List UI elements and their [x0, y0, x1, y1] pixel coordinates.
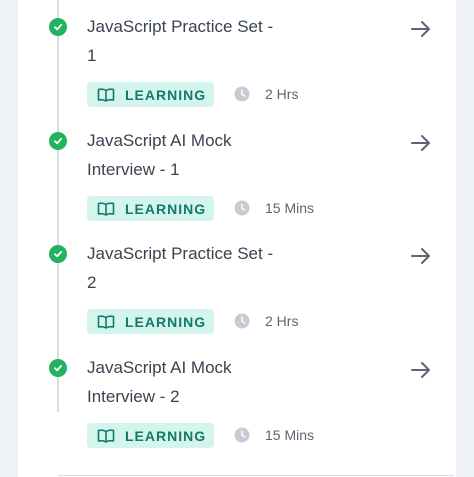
item-title: JavaScript AI Mock Interview - 2	[87, 353, 337, 411]
item-title: JavaScript Practice Set - 1	[87, 12, 337, 70]
book-open-icon	[97, 87, 115, 102]
badge-label: LEARNING	[125, 313, 207, 330]
item-title-line1: JavaScript Practice Set -	[87, 244, 274, 263]
learning-badge: LEARNING	[87, 423, 214, 448]
item-title: JavaScript Practice Set - 2	[87, 239, 337, 297]
clock-icon	[234, 313, 250, 329]
item-title-line1: JavaScript Practice Set -	[87, 17, 274, 36]
item-title-line2: 2	[87, 273, 97, 292]
book-open-icon	[97, 201, 115, 216]
bottom-divider	[58, 475, 454, 476]
check-circle-icon	[49, 359, 67, 377]
item-title-line1: JavaScript AI Mock	[87, 131, 232, 150]
duration-text: 15 Mins	[265, 200, 315, 216]
check-circle-icon	[49, 132, 67, 150]
arrow-right-icon[interactable]	[410, 359, 432, 381]
learning-badge: LEARNING	[87, 309, 214, 334]
learning-badge: LEARNING	[87, 196, 214, 221]
item-title-line2: Interview - 1	[87, 160, 180, 179]
duration-text: 2 Hrs	[265, 86, 299, 102]
badge-label: LEARNING	[125, 427, 207, 444]
item-title: JavaScript AI Mock Interview - 1	[87, 126, 337, 184]
arrow-right-icon[interactable]	[410, 245, 432, 267]
check-circle-icon	[49, 18, 67, 36]
book-open-icon	[97, 314, 115, 329]
clock-icon	[234, 427, 250, 443]
clock-icon	[234, 86, 250, 102]
list-item-practice-set-2[interactable]: JavaScript Practice Set - 2 LEARNING 2 H…	[18, 239, 456, 352]
course-module-panel: JavaScript Practice Set - 1 LEARNING 2 H…	[18, 0, 456, 477]
arrow-right-icon[interactable]	[410, 18, 432, 40]
book-open-icon	[97, 428, 115, 443]
clock-icon	[234, 200, 250, 216]
learning-badge: LEARNING	[87, 82, 214, 107]
duration-text: 15 Mins	[265, 427, 315, 443]
list-item-mock-interview-1[interactable]: JavaScript AI Mock Interview - 1 LEARNIN…	[18, 126, 456, 239]
list-item-practice-set-1[interactable]: JavaScript Practice Set - 1 LEARNING 2 H…	[18, 12, 456, 125]
badge-label: LEARNING	[125, 86, 207, 103]
item-title-line1: JavaScript AI Mock	[87, 358, 232, 377]
check-circle-icon	[49, 245, 67, 263]
arrow-right-icon[interactable]	[410, 132, 432, 154]
duration-text: 2 Hrs	[265, 313, 299, 329]
list-item-mock-interview-2[interactable]: JavaScript AI Mock Interview - 2 LEARNIN…	[18, 353, 456, 466]
item-title-line2: Interview - 2	[87, 387, 180, 406]
badge-label: LEARNING	[125, 200, 207, 217]
item-title-line2: 1	[87, 46, 97, 65]
